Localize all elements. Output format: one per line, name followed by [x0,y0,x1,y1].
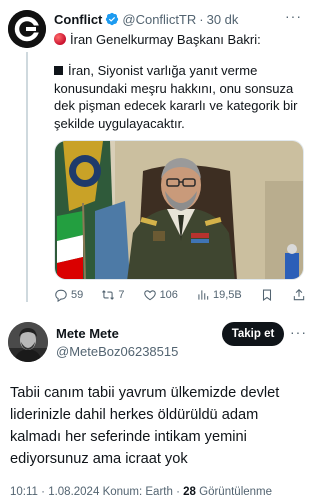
reply-author-name[interactable]: Mete Mete [56,326,119,341]
parent-more-options-icon[interactable]: ··· [285,8,302,24]
reply-views-label: Görüntülenme [199,486,273,498]
retweet-count: 7 [118,289,125,301]
parent-body-text: İran, Siyonist varlığa yanıt verme konus… [54,63,298,131]
black-square-emoji-icon [54,66,63,75]
header-separator: · [199,11,204,27]
reply-time[interactable]: 10:11 [10,486,38,498]
share-icon [293,289,305,301]
meta-separator: · [41,486,45,498]
parent-headline-text: İran Genelkurmay Başkanı Bakri: [70,32,261,47]
retweet-action[interactable]: 7 [101,288,124,302]
reply-location: Konum: Earth [102,486,173,498]
parent-author-handle[interactable]: @ConflictTR [122,12,196,27]
parent-tweet-header: Conflict @ConflictTR · 30 dk ··· [54,8,302,28]
like-count: 106 [159,289,178,301]
bar-chart-icon [198,290,209,300]
reply-meta-line: 10:11 · 1.08.2024 Konum: Earth · 28 Görü… [10,486,310,498]
thread-connector-line [26,52,28,302]
verified-badge-icon [106,12,119,26]
bookmark-icon [262,289,271,301]
meta-separator-2: · [176,486,180,498]
parent-media-photo[interactable] [54,140,304,280]
reply-views-count: 28 [183,486,196,498]
parent-headline: İran Genelkurmay Başkanı Bakri: [54,31,304,48]
reply-action[interactable]: 59 [54,288,83,302]
red-circle-emoji-icon [54,33,66,45]
heart-icon [143,290,156,301]
retweet-icon [102,290,115,300]
parent-timestamp[interactable]: 30 dk [207,12,239,27]
like-action[interactable]: 106 [143,288,178,302]
follow-button[interactable]: Takip et [222,322,284,346]
bookmark-action[interactable] [260,288,274,302]
parent-body: İran, Siyonist varlığa yanıt verme konus… [54,62,304,132]
parent-action-bar: 59 7 106 19,5B [54,286,306,304]
share-action[interactable] [292,288,306,302]
views-count: 19,5B [213,289,242,301]
parent-tweet[interactable]: Conflict @ConflictTR · 30 dk ··· İran Ge… [0,0,310,310]
views-action[interactable]: 19,5B [196,288,242,302]
reply-count: 59 [71,289,84,301]
reply-tweet: Mete Mete @MeteBoz06238515 Takip et ··· … [0,310,310,500]
reply-author-handle[interactable]: @MeteBoz06238515 [56,344,178,359]
mete-mete-avatar[interactable] [8,322,48,362]
reply-date[interactable]: 1.08.2024 [48,486,99,498]
general-portrait-photo [55,141,303,279]
reply-icon [55,289,67,302]
conflict-avatar[interactable] [8,10,46,48]
reply-more-options-icon[interactable]: ··· [290,324,307,340]
parent-author-name[interactable]: Conflict [54,12,102,27]
reply-body-text: Tabii canım tabii yavrum ülkemizde devle… [10,385,280,467]
